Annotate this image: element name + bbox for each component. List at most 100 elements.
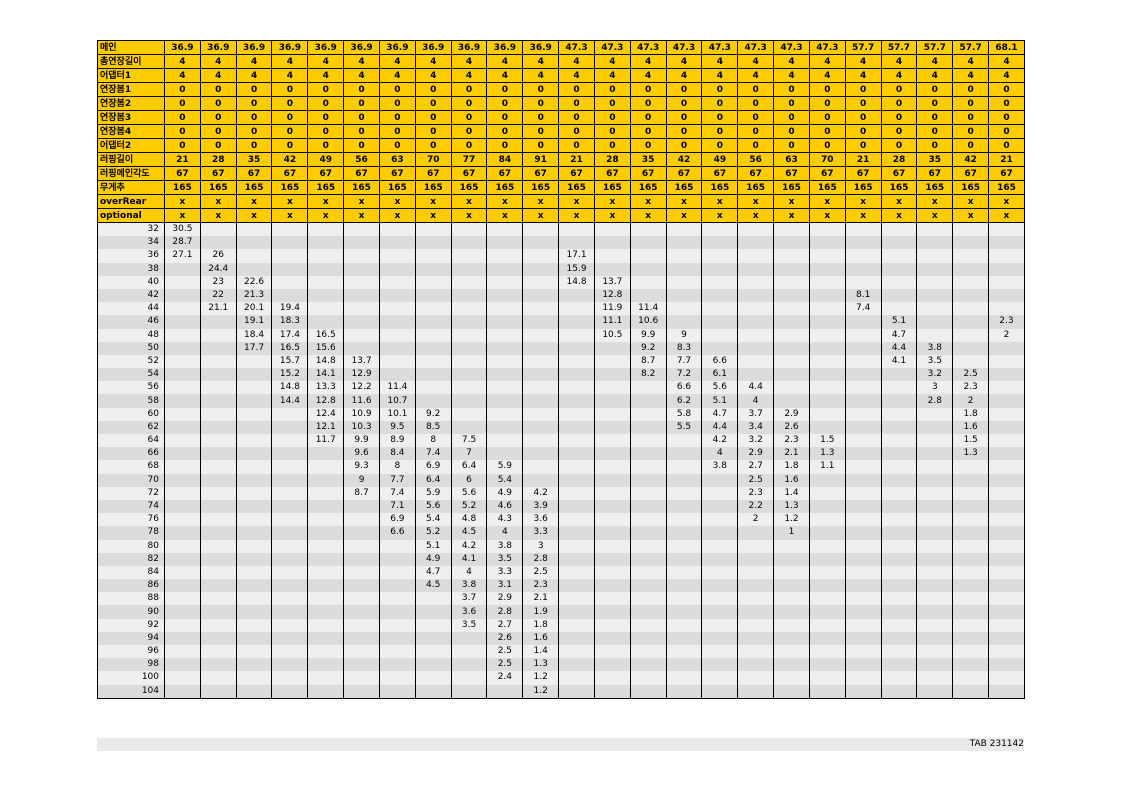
load-value-cell: 11.1 xyxy=(593,315,631,329)
load-value-cell: 11.7 xyxy=(307,434,345,448)
radius-label: 54 xyxy=(97,368,165,382)
header-cell: 67 xyxy=(629,166,667,181)
load-value-cell: 4.7 xyxy=(701,407,739,421)
load-value-cell xyxy=(593,368,631,382)
header-cell: 0 xyxy=(522,96,560,111)
load-value-cell: 3.9 xyxy=(522,499,560,514)
load-value-cell xyxy=(593,434,631,448)
load-value-cell: 8.5 xyxy=(414,420,452,434)
load-value-cell xyxy=(808,315,846,329)
load-value-cell xyxy=(450,645,488,659)
load-value-cell xyxy=(522,288,560,303)
load-value-cell xyxy=(701,222,739,237)
load-value-cell xyxy=(343,315,380,329)
load-value-cell: 4.4 xyxy=(737,381,775,395)
header-cell: 0 xyxy=(558,82,595,97)
header-cell: 0 xyxy=(773,96,810,111)
load-value-cell xyxy=(593,381,631,395)
load-value-cell xyxy=(522,420,560,434)
load-value-cell: 1.6 xyxy=(522,631,560,645)
load-value-cell xyxy=(880,605,918,619)
load-value-cell xyxy=(701,328,739,342)
header-cell: 0 xyxy=(916,110,954,125)
load-value-cell: 1.6 xyxy=(773,473,810,487)
load-value-cell: 2.6 xyxy=(773,420,810,434)
header-cell: 70 xyxy=(414,152,452,167)
header-cell: 4 xyxy=(199,68,237,83)
load-value-cell: 5.1 xyxy=(880,315,918,329)
load-value-cell xyxy=(952,275,990,289)
load-value-cell xyxy=(988,473,1025,487)
load-value-cell xyxy=(773,565,810,580)
load-value-cell xyxy=(414,288,452,303)
header-cell: 0 xyxy=(199,96,237,111)
load-value-cell xyxy=(235,658,273,672)
load-value-cell xyxy=(737,354,775,369)
load-value-cell xyxy=(343,499,380,514)
header-cell: 0 xyxy=(235,82,273,97)
header-cell: 4 xyxy=(916,54,954,69)
header-cell: 0 xyxy=(808,138,846,153)
load-value-cell: 11.4 xyxy=(378,381,416,395)
header-row-label: 러핑메인각도 xyxy=(97,166,165,181)
load-value-cell xyxy=(235,394,273,408)
header-cell: 4 xyxy=(988,54,1025,69)
header-cell: 36.9 xyxy=(235,40,273,55)
load-value-cell xyxy=(952,539,990,553)
load-value-cell: 2.1 xyxy=(522,592,560,606)
load-value-cell xyxy=(808,249,846,263)
header-cell: 4 xyxy=(629,54,667,69)
header-cell: x xyxy=(665,208,703,223)
radius-label: 52 xyxy=(97,354,165,369)
header-cell: x xyxy=(378,194,416,209)
load-value-cell xyxy=(593,354,631,369)
load-value-cell: 6.6 xyxy=(701,354,739,369)
header-cell: 0 xyxy=(808,110,846,125)
load-value-cell xyxy=(343,631,380,645)
load-value-cell: 1.3 xyxy=(522,658,560,672)
load-value-cell xyxy=(808,394,846,408)
header-cell: 0 xyxy=(271,96,309,111)
load-value-cell xyxy=(952,288,990,303)
load-value-cell: 3.6 xyxy=(522,513,560,527)
header-cell: x xyxy=(701,194,739,209)
radius-label: 42 xyxy=(97,288,165,303)
header-cell: 4 xyxy=(880,54,918,69)
table-row: 54 15.2 14.1 12.9 8.2 7.2 6.1 3.2 2.5 xyxy=(97,368,1025,382)
load-value-cell xyxy=(880,499,918,514)
load-value-cell xyxy=(844,684,882,699)
load-value-cell: 3.5 xyxy=(916,354,954,369)
header-cell: 165 xyxy=(844,180,882,195)
load-value-cell xyxy=(665,236,703,250)
load-value-cell: 27.1 xyxy=(164,249,201,263)
load-value-cell xyxy=(235,618,273,632)
header-cell: x xyxy=(199,208,237,223)
header-cell: 0 xyxy=(378,138,416,153)
header-cell: x xyxy=(450,208,488,223)
radius-label: 44 xyxy=(97,302,165,316)
header-cell: 165 xyxy=(808,180,846,195)
header-cell: 0 xyxy=(988,124,1025,139)
load-value-cell xyxy=(558,407,595,421)
load-value-cell xyxy=(880,618,918,632)
load-value-cell xyxy=(880,645,918,659)
load-value-cell xyxy=(558,526,595,540)
load-value-cell xyxy=(844,579,882,593)
load-value-cell xyxy=(701,288,739,303)
load-value-cell xyxy=(629,618,667,632)
header-cell: 165 xyxy=(593,180,631,195)
load-value-cell xyxy=(450,671,488,685)
load-value-cell: 3.3 xyxy=(522,526,560,540)
load-value-cell xyxy=(164,671,201,685)
load-value-cell xyxy=(343,262,380,276)
table-row: 60 12.4 10.9 10.1 9.2 5.8 4.7 3.7 2.9 1.8 xyxy=(97,407,1025,421)
load-value-cell xyxy=(988,526,1025,540)
load-value-cell xyxy=(952,262,990,276)
load-value-cell xyxy=(522,222,560,237)
load-value-cell xyxy=(880,579,918,593)
header-cell: 0 xyxy=(199,82,237,97)
load-value-cell xyxy=(701,315,739,329)
header-row-label: 어댑터1 xyxy=(97,68,165,83)
load-value-cell xyxy=(593,262,631,276)
load-value-cell xyxy=(952,486,990,500)
